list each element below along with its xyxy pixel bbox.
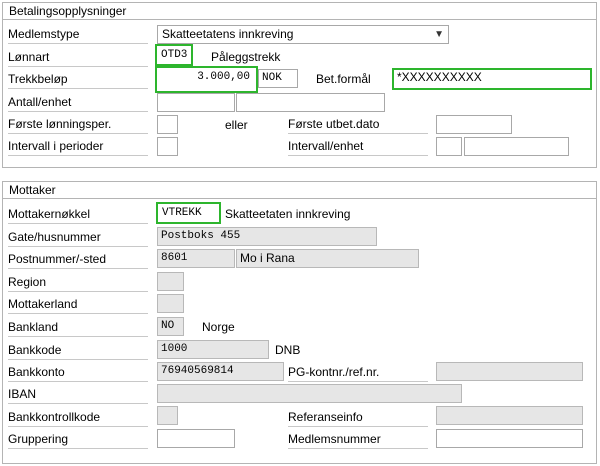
pg-account-label: PG-kontnr./ref.nr. <box>288 363 428 382</box>
first-payroll-period-field[interactable] <box>157 115 178 134</box>
unit-field[interactable] <box>236 93 385 112</box>
interval-unit-field-2[interactable] <box>464 137 569 156</box>
bank-country-text: Norge <box>202 320 235 334</box>
first-payment-date-field[interactable] <box>436 115 512 134</box>
member-number-field[interactable] <box>436 429 583 448</box>
reference-info-label: Referanseinfo <box>288 408 428 427</box>
interval-periods-field[interactable] <box>157 137 178 156</box>
deduction-amount-highlight <box>155 66 258 93</box>
bank-control-code-label: Bankkontrollkode <box>8 408 148 427</box>
bank-code-text: DNB <box>275 343 301 357</box>
iban-field[interactable] <box>157 384 462 403</box>
grouping-field[interactable] <box>157 429 235 448</box>
bank-country-field[interactable]: NO <box>157 317 184 336</box>
member-type-value: Skatteetatens innkreving <box>162 27 294 41</box>
member-type-label: Medlemstype <box>8 25 148 44</box>
recipient-title: Mottaker <box>3 182 596 199</box>
recipient-key-text: Skatteetaten innkreving <box>225 207 351 221</box>
first-payment-date-label: Første utbet.dato <box>288 115 428 134</box>
recipient-key-label: Mottakernøkkel <box>8 205 148 224</box>
region-label: Region <box>8 273 148 292</box>
pg-account-field[interactable] <box>436 362 583 381</box>
bank-country-label: Bankland <box>8 318 148 337</box>
bank-code-label: Bankkode <box>8 341 148 360</box>
payment-purpose-highlight <box>392 68 592 90</box>
iban-label: IBAN <box>8 385 148 404</box>
bank-account-field[interactable]: 76940569814 <box>157 362 284 381</box>
interval-periods-label: Intervall i perioder <box>8 137 148 156</box>
or-label: eller <box>225 118 248 132</box>
street-field[interactable]: Postboks 455 <box>157 227 377 246</box>
recipient-country-field[interactable] <box>157 294 184 313</box>
quantity-unit-label: Antall/enhet <box>8 93 148 112</box>
first-payroll-period-label: Første lønningsper. <box>8 115 148 134</box>
bank-control-code-field[interactable] <box>157 406 178 425</box>
quantity-field[interactable] <box>157 93 235 112</box>
grouping-label: Gruppering <box>8 430 148 449</box>
deduction-amount-label: Trekkbeløp <box>8 70 148 89</box>
region-field[interactable] <box>157 272 184 291</box>
postal-label: Postnummer/-sted <box>8 250 148 269</box>
bank-account-label: Bankkonto <box>8 363 148 382</box>
interval-unit-label: Intervall/enhet <box>288 137 428 156</box>
chevron-down-icon[interactable]: ▼ <box>434 26 444 43</box>
bank-code-field[interactable]: 1000 <box>157 340 269 359</box>
payment-info-title: Betalingsopplysninger <box>3 3 596 20</box>
street-label: Gate/husnummer <box>8 228 148 247</box>
member-type-select[interactable]: Skatteetatens innkreving ▼ <box>157 25 449 44</box>
postal-code-field[interactable]: 8601 <box>157 249 235 268</box>
member-number-label: Medlemsnummer <box>288 430 428 449</box>
payment-purpose-label: Bet.formål <box>316 72 371 86</box>
recipient-key-highlight <box>156 202 221 224</box>
wage-type-highlight <box>155 44 193 66</box>
reference-info-field[interactable] <box>436 406 583 425</box>
wage-type-text: Påleggstrekk <box>211 50 281 64</box>
interval-unit-field-1[interactable] <box>436 137 462 156</box>
city-field[interactable]: Mo i Rana <box>236 249 419 268</box>
recipient-country-label: Mottakerland <box>8 295 148 314</box>
wage-type-label: Lønnart <box>8 48 148 67</box>
currency-field[interactable]: NOK <box>258 69 298 88</box>
